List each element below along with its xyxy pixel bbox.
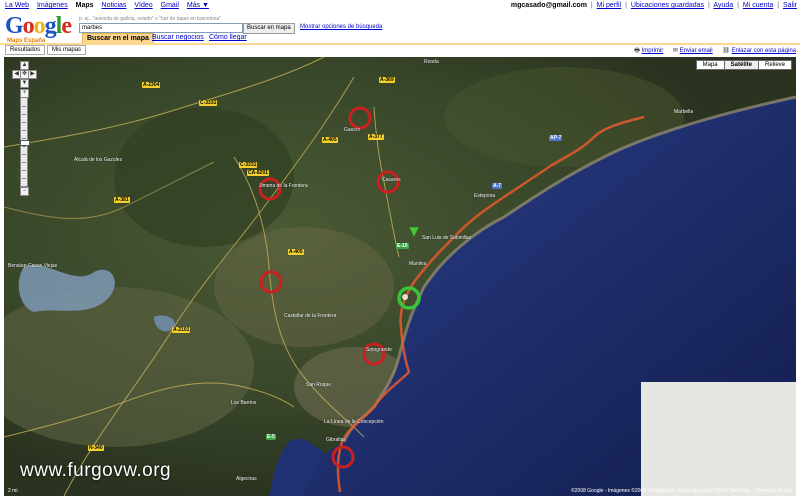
map-label: Manilva (409, 261, 427, 267)
map-label: Marbella (674, 109, 694, 115)
print-link-wrap: 🖶 Imprimir (634, 48, 663, 54)
map-label: Casares (382, 177, 401, 183)
map-label: Alcalá de los Gazules (74, 157, 123, 163)
user-email: mgcasado@gmail.com (510, 2, 587, 9)
map-label: Castellar de la Frontera (284, 313, 337, 319)
pan-up-button[interactable]: ▲ (20, 61, 29, 70)
signout-link[interactable]: Salir (783, 2, 797, 9)
road-shield: E-15 (396, 243, 409, 249)
printer-icon: 🖶 (634, 48, 640, 54)
print-link[interactable]: Imprimir (642, 48, 664, 54)
map-label: Jimena de la Frontera (259, 183, 308, 189)
road-shield: A-377 (368, 134, 384, 140)
tab-directions[interactable]: Cómo llegar (205, 33, 251, 43)
zoom-slider-handle[interactable] (20, 140, 30, 146)
unloaded-tile (641, 382, 796, 496)
chain-link-icon: ⛓ (722, 48, 730, 54)
email-link[interactable]: Enviar email (680, 48, 713, 54)
maptype-terrain-button[interactable]: Relieve (757, 60, 792, 70)
map-label: Sotogrande (366, 347, 392, 353)
road-shield: N-340 (88, 445, 104, 451)
tab-underline (0, 43, 800, 45)
google-maps-logo[interactable]: Google Maps España (5, 14, 75, 44)
map-label: Algeciras (236, 476, 257, 482)
map-label: Los Barrios (231, 400, 257, 406)
road-shield: A-7 (492, 183, 503, 189)
search-options-link[interactable]: Mostrar opciones de búsqueda (300, 24, 382, 30)
nav-link-gmail[interactable]: Gmail (161, 2, 179, 9)
nav-link-news[interactable]: Noticias (102, 2, 127, 9)
map-label: Benalup-Casas Viejas (8, 263, 58, 269)
zoom-out-button[interactable]: − (20, 187, 29, 196)
search-button[interactable]: Buscar en mapa (243, 23, 295, 34)
road-shield: A-405 (322, 137, 338, 143)
map-label: Gibraltar (326, 437, 346, 443)
map-label: San Roque (306, 382, 332, 388)
map-label: San Luis de Sabinillas (422, 235, 472, 241)
nav-link-maps[interactable]: Maps (76, 2, 94, 9)
results-subtabs: Resultados Mis mapas (5, 45, 88, 55)
top-nav-right: mgcasado@gmail.com | Mi perfil | Ubicaci… (511, 2, 797, 9)
pan-right-button[interactable]: ▶ (28, 70, 37, 79)
search-hint: p. ej., "avenida de galicia, oviedo" o "… (79, 16, 221, 22)
map-label: Ronda (424, 59, 439, 65)
nav-link-video[interactable]: Vídeo (134, 2, 152, 9)
site-watermark: www.furgovw.org (20, 460, 172, 481)
map-label: Gaucín (344, 127, 361, 133)
separator: | (777, 2, 780, 9)
road-shield: AP-7 (549, 135, 563, 141)
logo-word: Google (5, 13, 72, 39)
separator: | (708, 2, 710, 9)
satellite-map[interactable]: Estepona Marbella Algeciras San Roque Gi… (4, 57, 796, 496)
tab-search-business[interactable]: Buscar negocios (148, 33, 208, 43)
maptype-satellite-button[interactable]: Satélite (723, 60, 759, 70)
road-shield: C-3331 (199, 100, 218, 106)
subtab-results[interactable]: Resultados (5, 45, 46, 55)
pan-down-button[interactable]: ▼ (20, 79, 29, 88)
road-shield: A-381 (114, 197, 130, 203)
subtab-my-maps[interactable]: Mis mapas (47, 45, 87, 55)
road-shield: A-2101 (172, 327, 191, 333)
scale-bar: 2 mi (8, 488, 18, 494)
separator: | (737, 2, 739, 9)
account-link[interactable]: Mi cuenta (743, 2, 773, 9)
link-wrap: ⛓ Enlazar con esta página (722, 48, 796, 54)
road-shield: C-3331 (239, 162, 258, 168)
maptype-map-button[interactable]: Mapa (695, 60, 725, 70)
profile-link[interactable]: Mi perfil (597, 2, 622, 9)
map-links: 🖶 Imprimir ✉ Enviar email ⛓ Enlazar con … (626, 46, 796, 56)
search-input[interactable]: marbes (79, 23, 243, 33)
nav-link-more[interactable]: Más ▼ (187, 2, 209, 9)
link-to-page[interactable]: Enlazar con esta página (732, 48, 796, 54)
road-shield: A-2304 (142, 82, 161, 88)
zoom-slider[interactable] (20, 97, 30, 187)
top-nav-left: La Web Imágenes Maps Noticias Vídeo Gmai… (5, 2, 209, 9)
map-label: Estepona (474, 193, 496, 199)
road-shield: E-5 (266, 434, 276, 440)
map-copyright: ©2008 Google - Imágenes ©2008 TerraMetri… (571, 488, 792, 494)
road-shield: A-405 (288, 249, 304, 255)
nav-link-web[interactable]: La Web (5, 2, 29, 9)
saved-locations-link[interactable]: Ubicaciones guardadas (631, 2, 704, 9)
email-link-wrap: ✉ Enviar email (673, 48, 713, 54)
map-label: La Línea de la Concepción (324, 419, 384, 425)
envelope-icon: ✉ (672, 48, 678, 54)
separator: | (590, 2, 593, 9)
map-type-control: Mapa Satélite Relieve (695, 60, 792, 70)
separator: | (625, 2, 627, 9)
road-shield: CA-8201 (247, 170, 270, 176)
top-nav: La Web Imágenes Maps Noticias Vídeo Gmai… (0, 0, 800, 11)
road-shield: A-369 (379, 77, 395, 83)
help-link[interactable]: Ayuda (713, 2, 733, 9)
nav-link-images[interactable]: Imágenes (37, 2, 68, 9)
